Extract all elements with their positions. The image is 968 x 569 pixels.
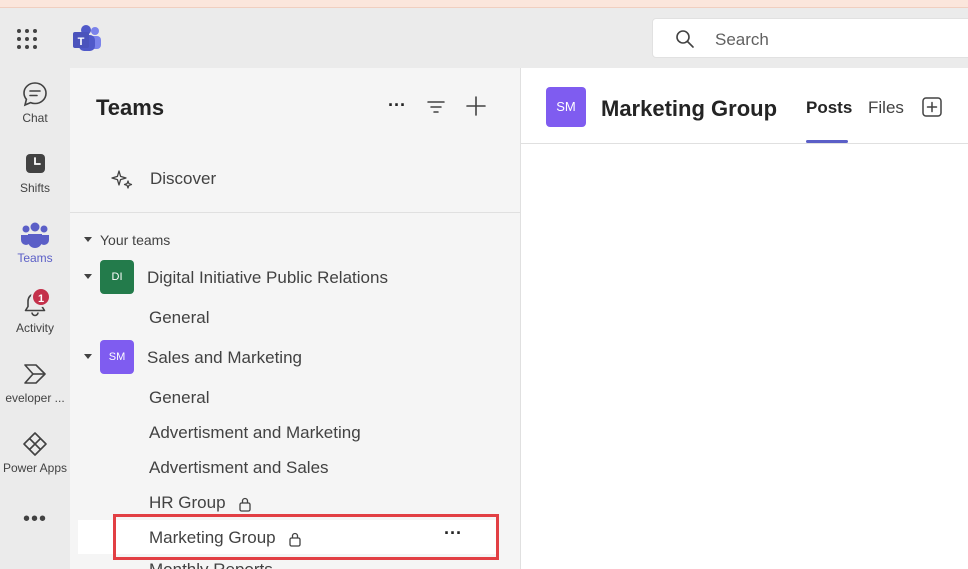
channel-item[interactable]: Advertisment and Marketing — [149, 423, 361, 449]
channel-item-cut-off[interactable]: Monthly Reports — [149, 560, 273, 569]
channel-header: SM Marketing Group Posts Files — [521, 68, 968, 144]
team-avatar: DI — [100, 260, 134, 294]
channel-item[interactable]: Advertisment and Sales — [149, 458, 329, 484]
sparkle-icon — [111, 170, 133, 189]
panel-title: Teams — [96, 95, 165, 120]
rail-label-developer-portal: eveloper ... — [5, 391, 65, 405]
activity-badge: 1 — [31, 287, 51, 307]
discover-label: Discover — [150, 169, 217, 188]
channel-label: General — [149, 388, 210, 407]
caret-down-icon — [84, 354, 92, 359]
team-name: Sales and Marketing — [147, 348, 302, 367]
developer-portal-icon — [24, 364, 46, 384]
section-label: Your teams — [100, 232, 171, 248]
channel-content: SM Marketing Group Posts Files — [521, 68, 968, 569]
team-row-digital-initiative[interactable]: DI Digital Initiative Public Relations — [84, 260, 504, 296]
rail-item-activity[interactable]: 1 Activity — [0, 278, 70, 344]
panel-divider — [70, 212, 520, 213]
filter-button[interactable] — [422, 94, 450, 122]
channel-avatar: SM — [546, 87, 586, 127]
caret-down-icon — [84, 274, 92, 279]
chat-icon — [23, 82, 47, 107]
rail-label-power-apps: Power Apps — [2, 461, 68, 475]
teams-panel: Teams ··· Discover Your teams DI Digital… — [70, 68, 521, 569]
annotation-highlight-box — [113, 514, 499, 560]
more-apps-button[interactable]: ••• — [0, 508, 70, 538]
search-placeholder: Search — [715, 30, 769, 49]
channel-label: HR Group — [149, 493, 226, 512]
rail-item-shifts[interactable]: Shifts — [0, 138, 70, 204]
teams-logo-icon: T — [70, 24, 102, 54]
rail-item-teams[interactable]: Teams — [0, 208, 70, 274]
channel-item[interactable]: General — [149, 308, 209, 334]
teams-icon — [21, 222, 49, 248]
filter-icon — [427, 101, 445, 113]
app-launcher-icon[interactable] — [14, 26, 40, 52]
svg-text:T: T — [78, 36, 85, 48]
search-box[interactable]: Search — [652, 18, 968, 58]
channel-title: Marketing Group — [601, 96, 778, 121]
channel-label: General — [149, 308, 210, 327]
more-options-button[interactable]: ··· — [383, 94, 411, 122]
rail-label-activity: Activity — [15, 321, 54, 335]
title-bar: T Search — [0, 8, 968, 68]
channel-label: Advertisment and Marketing — [149, 423, 361, 442]
window-top-strip — [0, 0, 968, 8]
tab-posts[interactable]: Posts — [806, 98, 852, 118]
channel-item[interactable]: General — [149, 388, 209, 414]
rail-label-chat: Chat — [22, 111, 48, 125]
rail-label-teams: Teams — [17, 251, 53, 265]
power-apps-icon — [23, 432, 47, 456]
caret-down-icon — [84, 237, 92, 242]
add-tab-icon[interactable] — [921, 96, 943, 118]
search-icon — [676, 30, 694, 48]
active-tab-indicator — [806, 140, 848, 143]
rail-label-shifts: Shifts — [19, 181, 50, 195]
app-rail: Chat Shifts Teams 1 Activity eveloper ..… — [0, 68, 70, 569]
rail-item-developer-portal[interactable]: eveloper ... — [0, 348, 70, 414]
rail-item-power-apps[interactable]: Power Apps — [0, 418, 70, 484]
tab-files[interactable]: Files — [868, 98, 904, 118]
shifts-icon — [26, 154, 45, 173]
channel-label: Advertisment and Sales — [149, 458, 329, 477]
team-name: Digital Initiative Public Relations — [147, 268, 388, 287]
lock-icon — [239, 497, 251, 512]
create-team-button[interactable] — [462, 94, 490, 122]
rail-item-chat[interactable]: Chat — [0, 68, 70, 134]
plus-icon — [466, 96, 486, 116]
team-row-sales-and-marketing[interactable]: SM Sales and Marketing — [84, 340, 504, 376]
team-avatar: SM — [100, 340, 134, 374]
